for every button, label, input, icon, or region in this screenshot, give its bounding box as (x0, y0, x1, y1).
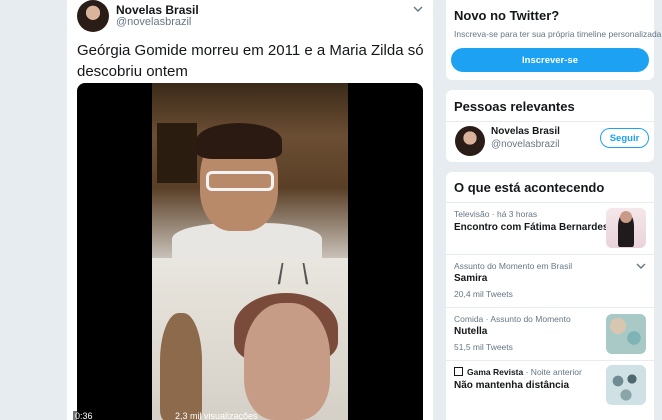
signup-description: Inscreva-se para ter sua própria timelin… (454, 29, 662, 39)
video-player[interactable] (77, 83, 423, 420)
trend-meta: Comida · Assunto do Momento (454, 314, 571, 324)
chevron-down-icon[interactable] (636, 261, 646, 271)
trend-count: 51,5 mil Tweets (454, 342, 513, 352)
relevant-name[interactable]: Novelas Brasil (491, 126, 560, 137)
author-avatar[interactable] (77, 0, 109, 32)
trend-thumbnail (606, 314, 646, 354)
trend-title: Nutella (454, 326, 488, 337)
trend-title: Encontro com Fátima Bernardes (454, 222, 609, 233)
trend-meta: Televisão · há 3 horas (454, 209, 538, 219)
video-time: 0:36 (73, 411, 95, 420)
tweet: Novelas Brasil @novelasbrazil Geórgia Go… (67, 0, 434, 420)
trend-title: Não mantenha distância (454, 380, 570, 391)
divider (446, 121, 654, 122)
signup-button[interactable]: Inscrever-se (451, 48, 649, 72)
trend-item[interactable]: Televisão · há 3 horas Encontro com Fáti… (446, 203, 654, 255)
signup-title: Novo no Twitter? (454, 8, 560, 23)
signup-card: Novo no Twitter? Inscreva-se para ter su… (446, 0, 662, 80)
trend-title: Samira (454, 273, 488, 284)
trend-meta: Gama Revista · Noite anterior (467, 367, 582, 377)
trend-time: · Noite anterior (525, 367, 582, 377)
trend-item[interactable]: Assunto do Momento em Brasil Samira 20,4… (446, 255, 654, 308)
video-frame-top (152, 83, 348, 263)
trend-item[interactable]: Gama Revista · Noite anterior Não manten… (446, 361, 654, 420)
gama-revista-icon (454, 367, 463, 376)
relevant-people-card: Pessoas relevantes Novelas Brasil @novel… (446, 90, 654, 162)
trend-source: Gama Revista (467, 367, 524, 377)
relevant-title: Pessoas relevantes (454, 99, 575, 114)
trend-count: 20,4 mil Tweets (454, 289, 513, 299)
trend-thumbnail (606, 208, 646, 248)
tweet-text: Geórgia Gomide morreu em 2011 e a Maria … (77, 42, 424, 80)
trends-card: O que está acontecendo Televisão · há 3 … (446, 172, 654, 420)
trend-item[interactable]: Comida · Assunto do Momento Nutella 51,5… (446, 308, 654, 361)
relevant-avatar[interactable] (455, 126, 485, 156)
chevron-down-icon[interactable] (413, 4, 423, 14)
follow-button[interactable]: Seguir (600, 128, 649, 148)
trends-title: O que está acontecendo (454, 180, 605, 195)
relevant-handle[interactable]: @novelasbrazil (491, 139, 560, 150)
trend-thumbnail (606, 365, 646, 405)
video-views: 2,3 mil visualizações (175, 411, 258, 420)
author-handle[interactable]: @novelasbrazil (116, 16, 191, 28)
author-name[interactable]: Novelas Brasil (116, 3, 199, 17)
trend-meta: Assunto do Momento em Brasil (454, 261, 573, 271)
video-frame-bottom (152, 258, 348, 420)
